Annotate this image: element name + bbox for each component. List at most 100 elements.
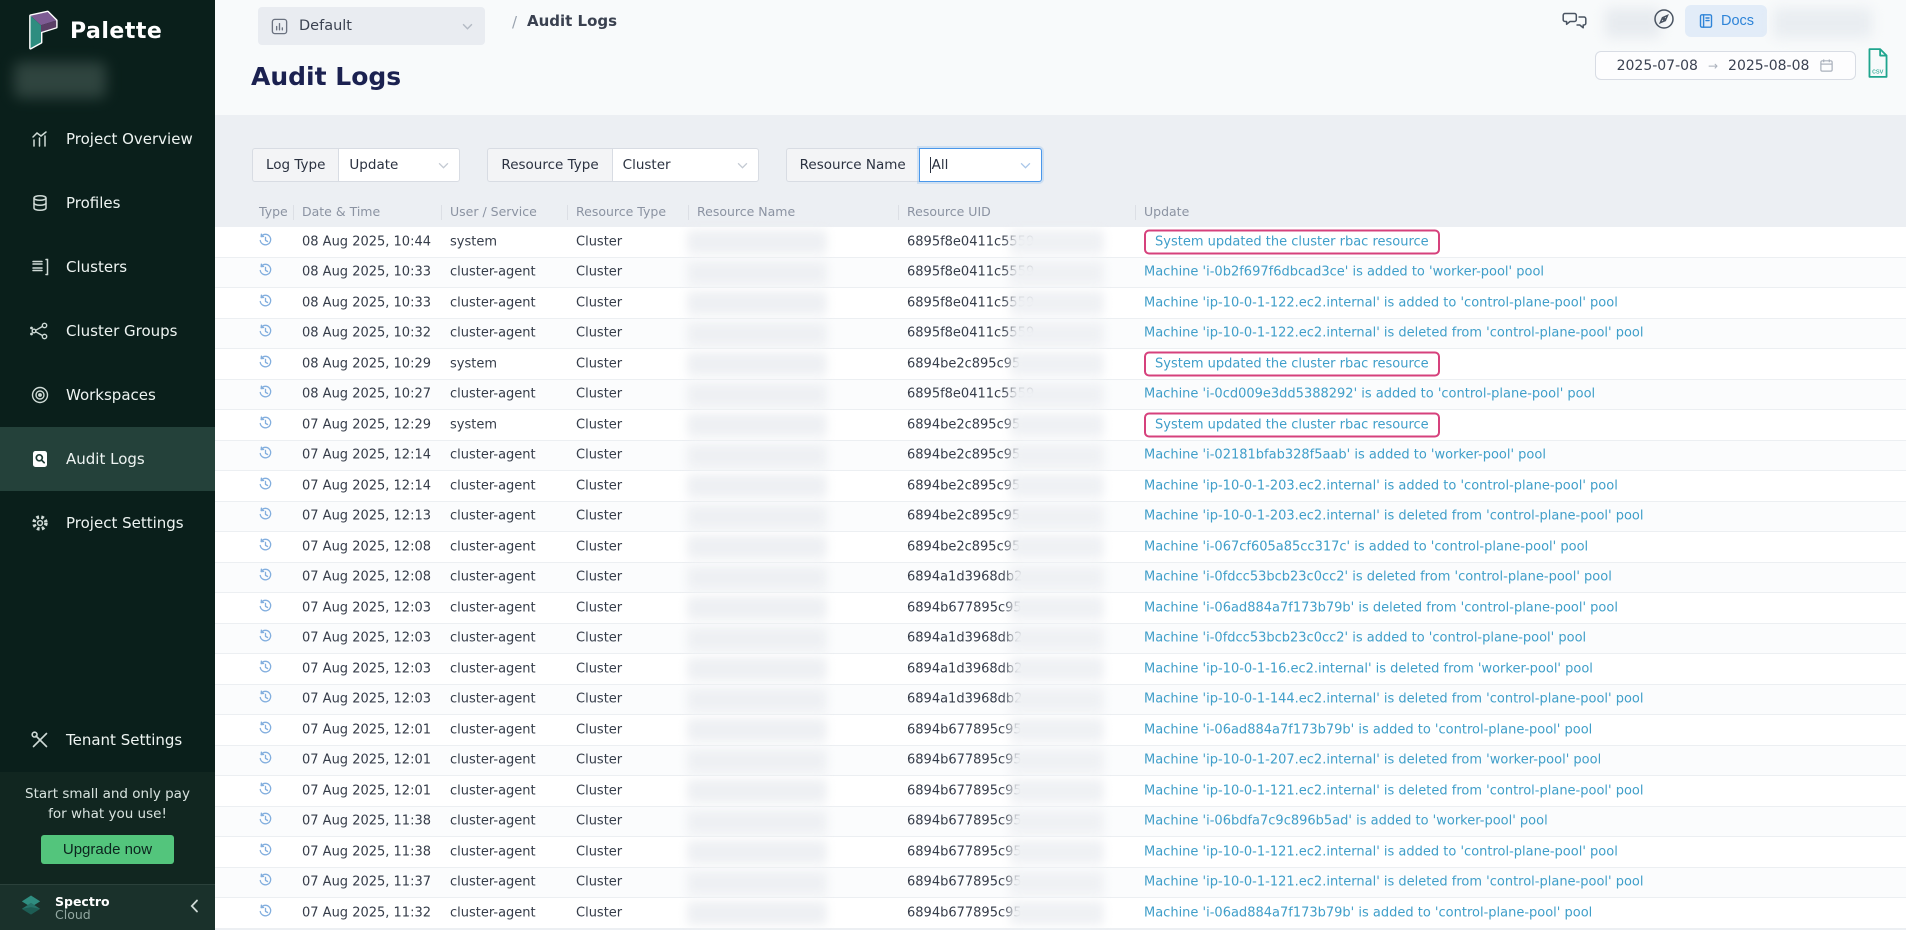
cell-user-service: cluster-agent [450,875,536,890]
update-link[interactable]: Machine 'ip-10-0-1-122.ec2.internal' is … [1144,326,1644,341]
csv-download-icon[interactable]: csv [1865,47,1891,82]
filter-resource-type-label: Resource Type [487,148,611,182]
cell-resource-type: Cluster [576,631,622,646]
redacted-resource-name [687,535,827,559]
redacted-resource-name [687,566,827,590]
redacted-resource-uid-suffix [1010,322,1104,346]
redacted-resource-name [687,688,827,712]
update-link[interactable]: Machine 'ip-10-0-1-144.ec2.internal' is … [1144,692,1644,707]
update-link[interactable]: Machine 'i-0fdcc53bcb23c0cc2' is deleted… [1144,570,1612,585]
feedback-chat-icon[interactable] [1562,8,1588,36]
filter-log-type-select[interactable]: Update [338,148,460,182]
update-link[interactable]: Machine 'ip-10-0-1-121.ec2.internal' is … [1144,875,1644,890]
project-scope-select[interactable]: Default [258,7,485,45]
sidebar-item-project-overview[interactable]: Project Overview [0,107,215,171]
redacted-resource-uid-suffix [1010,352,1104,376]
redacted-resource-name [687,840,827,864]
history-type-icon [258,812,273,831]
sidebar-item-workspaces[interactable]: Workspaces [0,363,215,427]
header-divider [1135,205,1136,220]
update-link[interactable]: Machine 'i-0b2f697f6dbcad3ce' is added t… [1144,265,1544,280]
collapse-sidebar-icon[interactable] [190,898,199,917]
redacted-resource-name [687,291,827,315]
update-link[interactable]: System updated the cluster rbac resource [1144,229,1440,254]
cell-user-service: cluster-agent [450,478,536,493]
sidebar-item-tenant-settings[interactable]: Tenant Settings [0,708,215,772]
update-link[interactable]: Machine 'ip-10-0-1-203.ec2.internal' is … [1144,509,1644,524]
date-start[interactable]: 2025-07-08 [1617,58,1698,74]
history-type-icon [258,232,273,251]
filter-resource-name-select[interactable]: All [919,148,1042,182]
cell-date-time: 07 Aug 2025, 12:03 [302,600,431,615]
sidebar-item-audit-logs[interactable]: Audit Logs [0,427,215,491]
cell-user-service: cluster-agent [450,539,536,554]
history-type-icon [258,781,273,800]
table-row: 07 Aug 2025, 12:03 cluster-agent Cluster… [215,654,1906,685]
cell-date-time: 08 Aug 2025, 10:33 [302,295,431,310]
redacted-resource-uid-suffix [1010,871,1104,895]
docs-button[interactable]: Docs [1685,5,1767,37]
cell-update: Machine 'i-0cd009e3dd5388292' is added t… [1144,387,1595,402]
cell-resource-uid: 6894a1d3968db2 [907,631,1022,646]
redacted-user-menu [1773,8,1872,38]
filter-log-type: Log Type Update [252,148,460,182]
update-link[interactable]: Machine 'ip-10-0-1-203.ec2.internal' is … [1144,478,1618,493]
date-arrow-icon: → [1708,59,1718,73]
update-link[interactable]: Machine 'ip-10-0-1-121.ec2.internal' is … [1144,844,1618,859]
update-link[interactable]: Machine 'i-06ad884a7f173b79b' is deleted… [1144,600,1618,615]
redacted-resource-name [687,352,827,376]
cell-resource-type: Cluster [576,844,622,859]
update-link[interactable]: System updated the cluster rbac resource [1144,351,1440,376]
sidebar-item-project-settings[interactable]: Project Settings [0,491,215,555]
update-link[interactable]: Machine 'i-0cd009e3dd5388292' is added t… [1144,387,1595,402]
update-link[interactable]: Machine 'i-06ad884a7f173b79b' is added t… [1144,722,1592,737]
redacted-resource-uid-suffix [1010,779,1104,803]
col-resource-uid: Resource UID [907,204,991,219]
update-link[interactable]: System updated the cluster rbac resource [1144,412,1440,437]
update-link[interactable]: Machine 'ip-10-0-1-207.ec2.internal' is … [1144,753,1601,768]
cell-user-service: cluster-agent [450,783,536,798]
compass-tour-icon[interactable] [1652,7,1676,35]
update-link[interactable]: Machine 'ip-10-0-1-121.ec2.internal' is … [1144,783,1644,798]
chevron-down-icon [1020,162,1031,169]
sidebar-item-clusters[interactable]: Clusters [0,235,215,299]
text-caret [930,157,931,173]
table-row: 07 Aug 2025, 12:01 cluster-agent Cluster… [215,776,1906,807]
filter-resource-type-select[interactable]: Cluster [612,148,759,182]
update-link[interactable]: Machine 'ip-10-0-1-122.ec2.internal' is … [1144,295,1618,310]
table-row: 07 Aug 2025, 12:29 system Cluster 6894be… [215,410,1906,441]
sidebar-item-cluster-groups[interactable]: Cluster Groups [0,299,215,363]
update-link[interactable]: Machine 'i-0fdcc53bcb23c0cc2' is added t… [1144,631,1586,646]
redacted-resource-name [687,749,827,773]
sidebar-item-label: Tenant Settings [66,731,182,749]
palette-logo[interactable]: Palette [22,10,162,52]
table-row: 07 Aug 2025, 12:14 cluster-agent Cluster… [215,471,1906,502]
date-end[interactable]: 2025-08-08 [1728,58,1809,74]
update-link[interactable]: Machine 'ip-10-0-1-16.ec2.internal' is d… [1144,661,1593,676]
cell-date-time: 08 Aug 2025, 10:27 [302,387,431,402]
book-icon [1698,13,1714,29]
cell-resource-uid: 6894be2c895c95 [907,448,1020,463]
update-link[interactable]: Machine 'i-06ad884a7f173b79b' is added t… [1144,905,1592,920]
cell-resource-uid: 6894b677895c95 [907,753,1022,768]
update-link[interactable]: Machine 'i-02181bfab328f5aab' is added t… [1144,448,1546,463]
update-link[interactable]: Machine 'i-067cf605a85cc317c' is added t… [1144,539,1588,554]
col-resource-name: Resource Name [697,204,795,219]
cell-resource-type: Cluster [576,814,622,829]
cell-resource-type: Cluster [576,265,622,280]
history-type-icon [258,720,273,739]
cell-user-service: cluster-agent [450,265,536,280]
table-row: 07 Aug 2025, 11:32 cluster-agent Cluster… [215,898,1906,929]
upgrade-now-button[interactable]: Upgrade now [41,835,174,864]
cell-resource-type: Cluster [576,905,622,920]
cell-user-service: cluster-agent [450,509,536,524]
layers-icon [30,193,50,213]
cell-update: Machine 'i-06ad884a7f173b79b' is added t… [1144,722,1592,737]
palette-audit-logs-app: Palette Project Overview Profiles Clus [0,0,1906,930]
cell-user-service: system [450,417,497,432]
update-link[interactable]: Machine 'i-06bdfa7c9c896b5ad' is added t… [1144,814,1548,829]
sidebar-item-label: Clusters [66,258,127,276]
cell-user-service: cluster-agent [450,570,536,585]
date-range-picker[interactable]: 2025-07-08 → 2025-08-08 [1595,51,1856,80]
sidebar-item-profiles[interactable]: Profiles [0,171,215,235]
